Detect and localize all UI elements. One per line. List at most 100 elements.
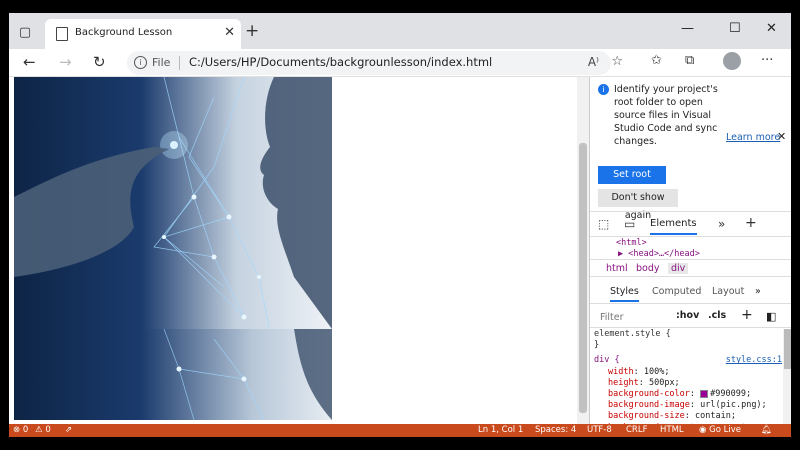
device-toolbar-icon[interactable]: ▭ (624, 217, 635, 231)
tab-background-lesson[interactable]: Background Lesson ✕ (45, 19, 241, 49)
root-folder-notice: i Identify your project's root folder to… (590, 77, 791, 221)
profile-avatar-icon[interactable] (723, 52, 741, 70)
errors-count[interactable]: ⊗ 0 (13, 425, 28, 435)
tab-elements[interactable]: Elements (650, 218, 697, 235)
css-property[interactable]: background-image (608, 400, 690, 410)
devtools-tabs: ⬚ ▭ Elements » + (590, 211, 791, 237)
line-ending[interactable]: CRLF (626, 425, 647, 435)
styles-subtabs: Styles Computed Layout » (590, 282, 791, 304)
learn-more-link[interactable]: Learn more (726, 132, 780, 143)
file-label: File (152, 56, 171, 69)
back-icon[interactable]: ← (23, 53, 36, 71)
dom-tree: <html> ▶ <head>…</head> (590, 237, 791, 259)
breadcrumb-html[interactable]: html (606, 263, 628, 274)
encoding[interactable]: UTF-8 (587, 425, 612, 435)
css-colon: : (689, 400, 701, 411)
info-icon: i (598, 84, 609, 95)
favorites-icon[interactable]: ✩ (651, 53, 662, 68)
css-value[interactable]: contain; (695, 411, 736, 421)
dont-show-again-button[interactable]: Don't show again (598, 189, 678, 221)
styles-scrollbar[interactable] (783, 329, 791, 425)
close-window-button[interactable]: ✕ (766, 21, 777, 36)
close-notice-icon[interactable]: ✕ (777, 130, 786, 143)
css-property[interactable]: background-color (608, 389, 690, 399)
more-subtabs-icon[interactable]: » (755, 286, 761, 297)
network-graphic-repeat (163, 328, 332, 420)
page-scrollbar[interactable] (577, 77, 589, 425)
source-link[interactable]: style.css:1 (726, 355, 782, 366)
warnings-count[interactable]: ⚠ 0 (35, 425, 51, 435)
inspect-icon[interactable]: ⬚ (598, 217, 609, 231)
breadcrumb-div[interactable]: div (668, 263, 689, 274)
notifications-icon[interactable]: 🔔︎ (761, 425, 772, 435)
css-colon: : (633, 366, 644, 377)
hover-state-toggle[interactable]: :hov (676, 310, 699, 321)
maximize-button[interactable]: ☐ (729, 21, 741, 36)
add-tab-icon[interactable]: + (745, 215, 757, 231)
notice-message: Identify your project's root folder to o… (614, 84, 718, 147)
forward-icon[interactable]: → (59, 53, 72, 71)
css-value[interactable]: 500px; (649, 378, 680, 388)
css-colon: : (684, 411, 696, 422)
go-live-button[interactable]: ◉ Go Live (699, 425, 741, 435)
css-value[interactable]: url(pic.png); (700, 400, 767, 410)
class-toggle[interactable]: .cls (708, 310, 726, 321)
collections-icon[interactable]: ⧉ (685, 53, 694, 68)
indent-spaces[interactable]: Spaces: 4 (535, 425, 576, 435)
minimize-button[interactable]: — (681, 21, 694, 36)
info-icon[interactable]: i (134, 56, 147, 69)
rule-selector-line: div { style.css:1 (590, 355, 782, 366)
refresh-icon[interactable]: ↻ (93, 53, 106, 71)
styles-pane: element.style { } div { style.css:1 widt… (590, 329, 782, 434)
toggle-sidebar-icon[interactable]: ◧ (766, 310, 776, 323)
tab-layout[interactable]: Layout (712, 286, 744, 297)
styles-scrollbar-thumb[interactable] (784, 329, 791, 369)
close-tab-icon[interactable]: ✕ (224, 25, 235, 40)
css-property[interactable]: width (608, 367, 634, 377)
read-aloud-icon[interactable]: A⁾ (588, 55, 599, 69)
css-declaration[interactable]: background-size: contain; (590, 411, 782, 422)
browser-window: ▢ Background Lesson ✕ + — ☐ ✕ ← → ↻ i Fi… (9, 13, 791, 437)
tab-title: Background Lesson (75, 27, 173, 38)
dom-node-html[interactable]: <html> (616, 238, 647, 248)
css-declaration[interactable]: height: 500px; (590, 378, 782, 389)
css-property[interactable]: background-size (608, 411, 685, 421)
tab-computed[interactable]: Computed (652, 286, 701, 297)
breadcrumb-body[interactable]: body (636, 263, 660, 274)
status-bar: ⊗ 0 ⚠ 0 ⇗ Ln 1, Col 1 Spaces: 4 UTF-8 CR… (9, 424, 791, 437)
css-property[interactable]: height (608, 378, 639, 388)
dom-node-head[interactable]: ▶ <head>…</head> (618, 249, 700, 259)
language-mode[interactable]: HTML (660, 425, 684, 435)
filter-input[interactable] (600, 310, 660, 324)
tab-strip: ▢ Background Lesson ✕ + — ☐ ✕ (9, 13, 791, 49)
favorite-star-icon[interactable]: ☆ (611, 54, 623, 69)
background-image-tile-2 (14, 328, 332, 420)
more-menu-icon[interactable]: ··· (761, 53, 773, 68)
more-tabs-icon[interactable]: » (718, 217, 725, 231)
breadcrumb: html body div (590, 259, 791, 277)
css-declaration[interactable]: background-image: url(pic.png); (590, 400, 782, 411)
element-style-selector[interactable]: element.style { (590, 329, 782, 340)
css-declaration[interactable]: background-color: #990099; (590, 389, 782, 400)
tab-actions-icon[interactable]: ▢ (15, 22, 35, 42)
new-tab-button[interactable]: + (245, 21, 259, 41)
styles-filter-bar: :hov .cls + ◧ (590, 306, 791, 328)
address-bar[interactable]: i File C:/Users/HP/Documents/backgrounle… (127, 51, 623, 75)
live-share-icon[interactable]: ⇗ (65, 425, 72, 435)
tab-styles[interactable]: Styles (610, 286, 639, 302)
background-image-tile-1 (14, 77, 332, 329)
css-colon: : (689, 389, 701, 400)
css-declaration[interactable]: width: 100%; (590, 367, 782, 378)
url-text[interactable]: C:/Users/HP/Documents/backgrounlesson/in… (189, 55, 492, 69)
background-image (14, 77, 332, 420)
set-root-folder-button[interactable]: Set root folder (598, 166, 666, 198)
cursor-position[interactable]: Ln 1, Col 1 (478, 425, 523, 435)
css-value[interactable]: 100%; (644, 367, 670, 377)
rule-selector[interactable]: div { (594, 355, 620, 365)
page-scrollbar-thumb[interactable] (579, 143, 587, 413)
page-icon (56, 27, 68, 41)
color-swatch[interactable] (700, 389, 709, 398)
new-rule-icon[interactable]: + (741, 307, 753, 323)
toolbar: ← → ↻ i File C:/Users/HP/Documents/backg… (9, 49, 791, 77)
css-value[interactable]: #990099; (710, 389, 751, 399)
